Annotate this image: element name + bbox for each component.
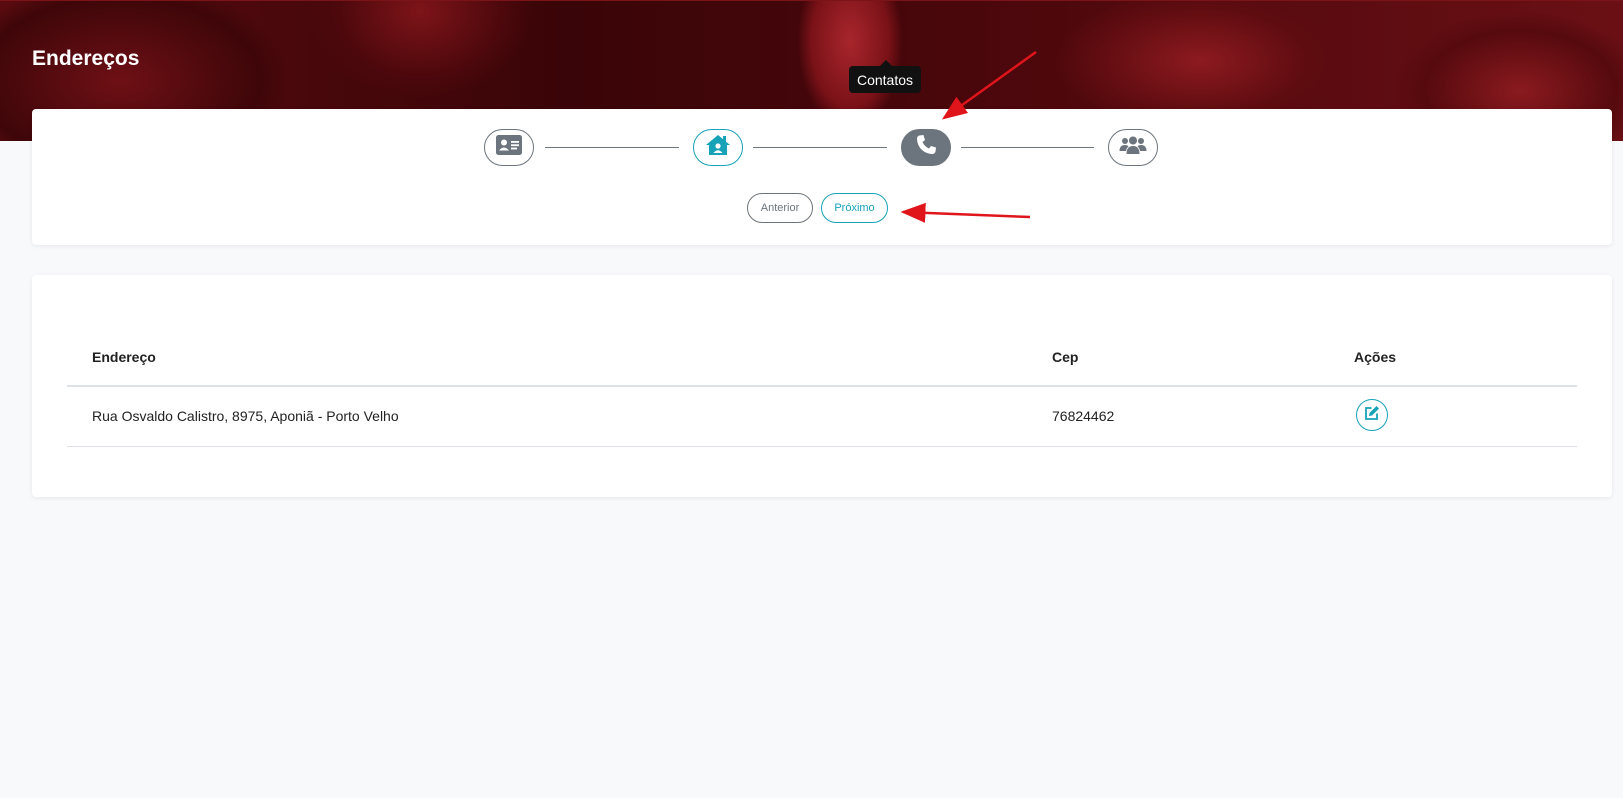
step-connector (961, 147, 1094, 148)
phone-icon (914, 133, 938, 162)
page-title: Endereços (32, 47, 140, 70)
address-table-card: Endereço Cep Ações Rua Osvaldo Calistro,… (32, 275, 1612, 497)
users-icon (1119, 135, 1147, 160)
column-header-actions: Ações (1354, 349, 1397, 365)
id-card-icon (496, 135, 522, 160)
cep-cell: 76824462 (1052, 408, 1115, 424)
next-button[interactable]: Próximo (821, 193, 888, 223)
column-header-cep: Cep (1052, 349, 1079, 365)
step-address[interactable] (693, 129, 743, 166)
table-header-divider (67, 385, 1577, 387)
step-family[interactable] (1108, 129, 1158, 166)
table-row-divider (67, 446, 1577, 447)
previous-button[interactable]: Anterior (747, 193, 813, 223)
step-connector (753, 147, 887, 148)
edit-button[interactable] (1356, 399, 1388, 431)
home-icon (705, 134, 731, 161)
column-header-address: Endereço (92, 349, 156, 365)
step-connector (545, 147, 679, 148)
step-tooltip: Contatos (849, 60, 921, 93)
edit-icon (1364, 405, 1380, 426)
address-cell: Rua Osvaldo Calistro, 8975, Aponiã - Por… (92, 408, 399, 424)
wizard-card: Anterior Próximo (32, 109, 1612, 245)
step-contacts[interactable] (901, 129, 951, 166)
step-personal-data[interactable] (484, 129, 534, 166)
